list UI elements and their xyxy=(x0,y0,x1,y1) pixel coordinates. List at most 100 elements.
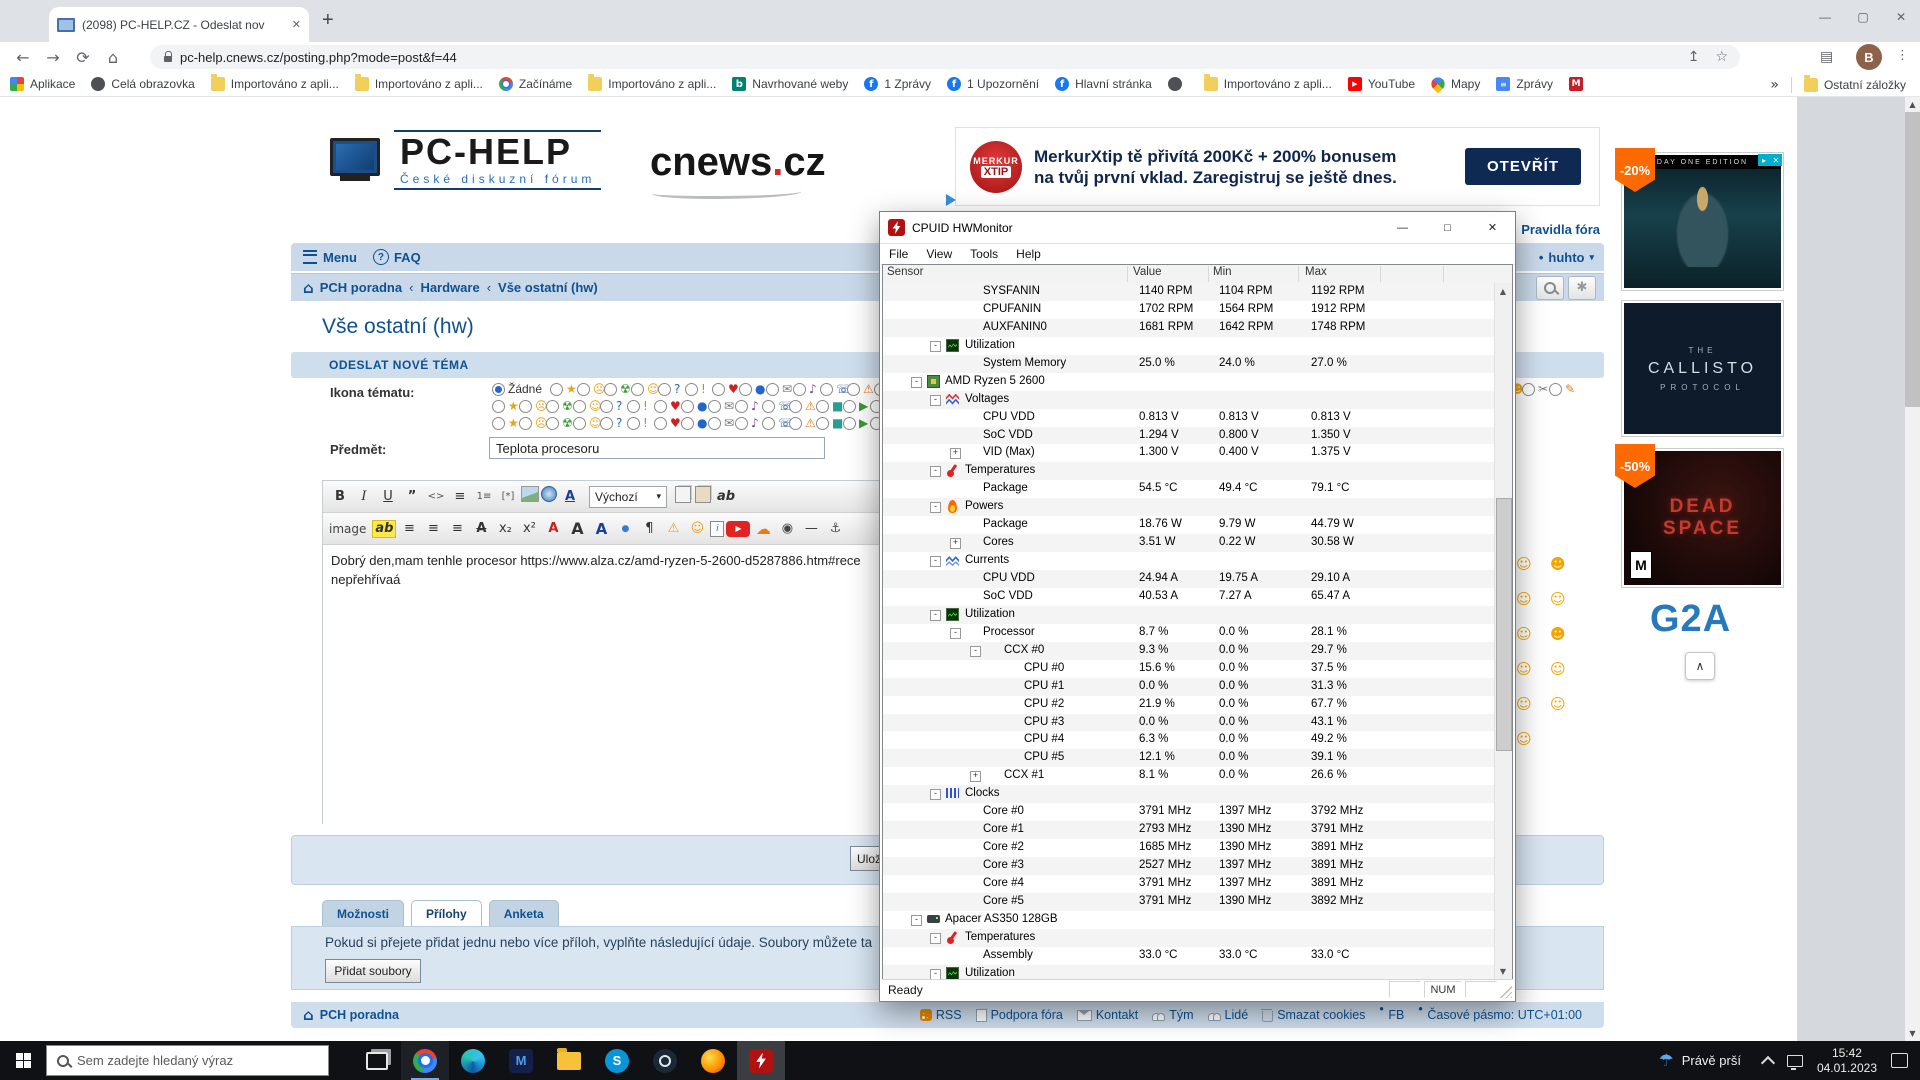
sensor-row[interactable]: Package 18.76 W 9.79 W 44.79 W xyxy=(883,516,1495,534)
menu-item[interactable]: Tools xyxy=(961,247,1007,261)
font-select[interactable]: Výchozí▾ xyxy=(589,486,667,508)
topic-icon-option[interactable]: ☺ xyxy=(631,383,658,396)
footer-link[interactable]: Smazat cookies xyxy=(1262,1008,1365,1022)
topic-icon-option[interactable]: ★ xyxy=(492,400,519,413)
topic-icon-option[interactable]: ★ xyxy=(550,383,577,396)
sensor-row[interactable]: CPU VDD 0.813 V 0.813 V 0.813 V xyxy=(883,409,1495,427)
topic-icon-option[interactable]: ♥ xyxy=(654,400,681,413)
editor-toolbar-button[interactable]: ≡ xyxy=(446,518,468,540)
radio[interactable] xyxy=(681,400,694,413)
skype-taskbar-button[interactable]: S xyxy=(593,1041,641,1080)
radio[interactable] xyxy=(519,417,532,430)
radio[interactable] xyxy=(708,400,721,413)
editor-toolbar-button[interactable]: ▶ xyxy=(726,521,750,537)
topic-icon-option[interactable]: ♥ xyxy=(654,417,681,430)
other-bookmarks-button[interactable]: Ostatní záložky xyxy=(1804,78,1906,92)
hwmonitor-scrollbar[interactable]: ▲ ▼ xyxy=(1494,283,1512,979)
radio[interactable] xyxy=(762,400,775,413)
sensor-row[interactable]: + VID (Max) 1.300 V 0.400 V 1.375 V xyxy=(883,444,1495,462)
radio[interactable] xyxy=(573,417,586,430)
taskbar-search-input[interactable]: Sem zadejte hledaný výraz xyxy=(46,1045,329,1076)
topic-icon-option[interactable]: ● xyxy=(681,400,708,413)
smiley-icon[interactable]: ☺ xyxy=(1516,625,1550,643)
editor-toolbar-button[interactable]: ≡ xyxy=(449,486,471,508)
editor-toolbar-button[interactable] xyxy=(541,486,557,502)
editor-toolbar-button[interactable]: ● xyxy=(614,518,636,540)
clock[interactable]: 15:42 04.01.2023 xyxy=(1817,1046,1877,1076)
sensor-row[interactable]: CPUFANIN 1702 RPM 1564 RPM 1912 RPM xyxy=(883,301,1495,319)
firefox-taskbar-button[interactable] xyxy=(689,1041,737,1080)
sensor-row[interactable]: Core #4 3791 MHz 1397 MHz 3891 MHz xyxy=(883,875,1495,893)
radio[interactable] xyxy=(847,383,860,396)
bookmark-item[interactable]: 1 Upozornění xyxy=(947,77,1039,91)
breadcrumb-item[interactable]: PCH poradna xyxy=(320,280,402,295)
editor-toolbar-button[interactable]: x₂ xyxy=(494,518,516,540)
bookmark-item[interactable]: Zprávy xyxy=(1496,77,1553,91)
breadcrumb-item[interactable]: Hardware xyxy=(420,280,479,295)
editor-toolbar-button[interactable]: U xyxy=(377,486,399,508)
sensor-row[interactable]: CPU #1 0.0 % 0.0 % 31.3 % xyxy=(883,678,1495,696)
tree-expander-icon[interactable]: - xyxy=(930,502,941,513)
radio[interactable] xyxy=(708,417,721,430)
window-minimize-button[interactable]: — xyxy=(1806,0,1844,34)
sensor-row[interactable]: Core #2 1685 MHz 1390 MHz 3891 MHz xyxy=(883,839,1495,857)
topic-icon-option[interactable]: ♪ xyxy=(735,417,762,430)
sensor-row[interactable]: - Currents xyxy=(883,552,1495,570)
editor-toolbar-button[interactable]: ⚓ xyxy=(824,518,846,540)
radio[interactable] xyxy=(843,417,856,430)
topic-icon-option[interactable]: ✉ xyxy=(708,400,735,413)
topic-icon-option[interactable]: ☢ xyxy=(546,417,573,430)
bookmark-item[interactable]: YouTube xyxy=(1348,77,1415,91)
menu-link[interactable]: Menu xyxy=(323,250,357,265)
resize-grip[interactable] xyxy=(1500,986,1512,998)
radio[interactable] xyxy=(492,400,505,413)
editor-toolbar-button[interactable]: I xyxy=(353,486,375,508)
radio[interactable] xyxy=(546,400,559,413)
tree-expander-icon[interactable]: + xyxy=(950,538,961,549)
sensor-row[interactable]: - CCX #0 9.3 % 0.0 % 29.7 % xyxy=(883,642,1495,660)
radio[interactable] xyxy=(712,383,725,396)
topic-icon-option[interactable]: ⚠ xyxy=(847,383,874,396)
sensor-row[interactable]: + Cores 3.51 W 0.22 W 30.58 W xyxy=(883,534,1495,552)
topic-icon-option[interactable]: ☺ xyxy=(573,417,600,430)
scroll-to-top-button[interactable]: ∧ xyxy=(1685,652,1715,680)
editor-toolbar-button[interactable]: ☁ xyxy=(752,518,774,540)
radio[interactable] xyxy=(793,383,806,396)
topic-icon-option[interactable]: ▶ xyxy=(843,400,870,413)
footer-link[interactable]: Časové pásmo: UTC+01:00 xyxy=(1418,1008,1582,1022)
sensor-row[interactable]: CPU #0 15.6 % 0.0 % 37.5 % xyxy=(883,660,1495,678)
topic-icon-option[interactable]: ▶ xyxy=(843,417,870,430)
radio[interactable] xyxy=(573,400,586,413)
home-icon[interactable]: ⌂ xyxy=(303,279,314,297)
sensor-row[interactable]: + CCX #1 8.1 % 0.0 % 26.6 % xyxy=(883,767,1495,785)
editor-toolbar-button[interactable]: ≡ xyxy=(422,518,444,540)
footer-forum-link[interactable]: PCH poradna xyxy=(320,1008,399,1022)
sensor-row[interactable]: - Clocks xyxy=(883,785,1495,803)
sensor-row[interactable]: CPU #5 12.1 % 0.0 % 39.1 % xyxy=(883,749,1495,767)
ad-choices-icon[interactable] xyxy=(946,194,956,206)
sensor-row[interactable]: - Utilization xyxy=(883,965,1495,979)
add-files-button[interactable]: Přidat soubory xyxy=(325,959,421,983)
bookmark-item[interactable]: 1 Zprávy xyxy=(864,77,931,91)
tree-expander-icon[interactable]: - xyxy=(930,933,941,944)
editor-toolbar-button[interactable]: ☺ xyxy=(686,518,708,540)
tree-expander-icon[interactable]: + xyxy=(950,448,961,459)
home-icon[interactable]: ⌂ xyxy=(303,1006,314,1024)
window-maximize-button[interactable]: ▢ xyxy=(1844,0,1882,34)
tab[interactable]: Anketa xyxy=(489,900,559,927)
topic-icon-option[interactable]: ! xyxy=(627,400,654,413)
radio[interactable] xyxy=(789,400,802,413)
home-icon[interactable]: ⌂ xyxy=(98,48,128,67)
tree-expander-icon[interactable]: - xyxy=(930,969,941,979)
scrollbar-down-arrow[interactable]: ▼ xyxy=(1905,1026,1920,1041)
topic-icon-option[interactable]: ? xyxy=(658,383,685,396)
topic-icon-option[interactable]: ☹ xyxy=(519,400,546,413)
radio[interactable] xyxy=(1522,383,1535,396)
editor-toolbar-button[interactable]: i xyxy=(710,521,724,537)
sensor-row[interactable]: SoC VDD 1.294 V 0.800 V 1.350 V xyxy=(883,427,1495,445)
editor-toolbar-button[interactable]: B xyxy=(329,486,351,508)
tab-close-icon[interactable]: ✕ xyxy=(292,18,301,31)
radio[interactable] xyxy=(492,417,505,430)
chrome-taskbar-button[interactable] xyxy=(401,1041,449,1080)
sensor-row[interactable]: - Powers xyxy=(883,498,1495,516)
